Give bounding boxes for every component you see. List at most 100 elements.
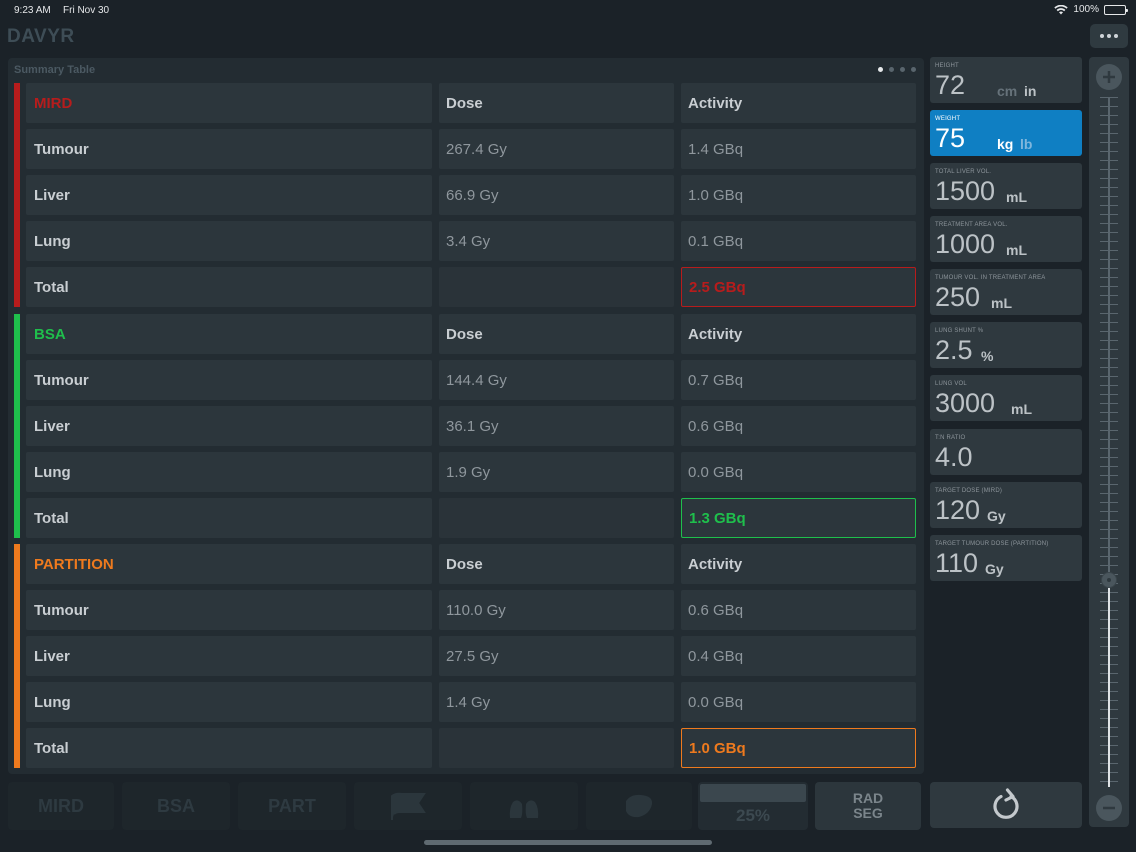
column-header-activity: Activity	[681, 314, 916, 354]
page-indicator[interactable]	[878, 67, 916, 72]
seg-label: SEG	[853, 805, 883, 821]
battery-percent: 100%	[1073, 4, 1099, 15]
total-label: Total	[26, 728, 432, 768]
param-unit: mL	[991, 295, 1012, 311]
target-dose-partition-param[interactable]: TARGET TUMOUR DOSE (PARTITION) 110 Gy	[930, 535, 1082, 581]
rad-seg-button[interactable]: RAD SEG	[815, 782, 921, 830]
page-dot[interactable]	[900, 67, 905, 72]
table-header-row: MIRD Dose Activity	[26, 83, 918, 123]
param-unit: mL	[1006, 189, 1027, 205]
total-activity-value: 2.5 GBq	[681, 267, 916, 307]
column-header-dose: Dose	[439, 83, 674, 123]
bsa-button[interactable]: BSA	[122, 782, 230, 830]
wifi-icon	[1054, 4, 1069, 14]
reset-button[interactable]	[930, 782, 1082, 828]
total-row: Total 1.0 GBq	[26, 728, 918, 768]
unit-kg-toggle[interactable]: kg	[997, 136, 1013, 152]
liver-vol-param[interactable]: TOTAL LIVER VOL. 1500 mL	[930, 163, 1082, 209]
param-value: 2.5	[935, 335, 973, 365]
percent-value: 25%	[735, 806, 771, 825]
section-color-bar	[14, 544, 20, 768]
param-label: TREATMENT AREA VOL.	[935, 222, 1008, 228]
weight-param[interactable]: WEIGHT 75 kg lb	[930, 110, 1082, 156]
total-dose-empty	[439, 267, 674, 307]
param-unit: mL	[1006, 242, 1027, 258]
home-indicator[interactable]	[424, 840, 712, 845]
total-activity-value: 1.3 GBq	[681, 498, 916, 538]
tn-ratio-param[interactable]: T:N RATIO 4.0	[930, 429, 1082, 475]
row-label: Tumour	[26, 590, 432, 630]
more-dot-icon	[1100, 34, 1104, 38]
param-label: LUNG VOL	[935, 381, 967, 387]
page-dot-active[interactable]	[878, 67, 883, 72]
decrease-button[interactable]	[1096, 795, 1122, 821]
total-label: Total	[26, 498, 432, 538]
total-row: Total 1.3 GBq	[26, 498, 918, 538]
treatment-area-vol-param[interactable]: TREATMENT AREA VOL. 1000 mL	[930, 216, 1082, 262]
liver-button[interactable]	[586, 782, 692, 830]
flag-icon	[391, 792, 426, 820]
dose-value: 1.4 Gy	[439, 682, 674, 722]
total-dose-empty	[439, 498, 674, 538]
plus-icon	[1103, 71, 1115, 83]
battery-icon	[1104, 4, 1128, 15]
activity-value: 0.4 GBq	[681, 636, 916, 676]
activity-value: 0.6 GBq	[681, 590, 916, 630]
method-name: BSA	[26, 314, 432, 354]
increase-button[interactable]	[1096, 64, 1122, 90]
status-date: Fri Nov 30	[63, 5, 110, 16]
column-header-dose: Dose	[439, 314, 674, 354]
param-value: 4.0	[935, 442, 973, 472]
more-options-button[interactable]	[1090, 24, 1128, 48]
section-color-bar	[14, 83, 20, 307]
total-dose-empty	[439, 728, 674, 768]
mird-button[interactable]: MIRD	[8, 782, 114, 830]
row-label: Tumour	[26, 360, 432, 400]
table-row: Tumour 110.0 Gy 0.6 GBq	[26, 590, 918, 630]
status-time: 9:23 AM	[14, 5, 51, 16]
method-name: PARTITION	[26, 544, 432, 584]
dose-value: 267.4 Gy	[439, 129, 674, 169]
param-value: 72	[935, 70, 966, 100]
more-dot-icon	[1107, 34, 1111, 38]
param-unit: %	[981, 348, 994, 364]
tumour-vol-param[interactable]: TUMOUR VOL. IN TREATMENT AREA 250 mL	[930, 269, 1082, 315]
dose-value: 36.1 Gy	[439, 406, 674, 446]
page-dot[interactable]	[911, 67, 916, 72]
param-unit: Gy	[987, 508, 1006, 524]
param-label: LUNG SHUNT %	[935, 328, 984, 334]
rad-label: RAD	[852, 790, 884, 807]
target-dose-mird-param[interactable]: TARGET DOSE (MIRD) 120 Gy	[930, 482, 1082, 528]
dose-value: 66.9 Gy	[439, 175, 674, 215]
lung-vol-param[interactable]: LUNG VOL 3000 mL	[930, 375, 1082, 421]
param-label: TOTAL LIVER VOL.	[935, 169, 992, 175]
unit-in-toggle[interactable]: in	[1024, 83, 1036, 99]
app-title: DAVYR	[7, 26, 75, 47]
percent-button[interactable]: 25%	[698, 782, 808, 830]
row-label: Liver	[26, 175, 432, 215]
lungs-button[interactable]	[470, 782, 578, 830]
activity-value: 1.4 GBq	[681, 129, 916, 169]
param-unit: mL	[1011, 401, 1032, 417]
flag-button[interactable]	[354, 782, 462, 830]
part-button[interactable]: PART	[238, 782, 346, 830]
table-row: Tumour 144.4 Gy 0.7 GBq	[26, 360, 918, 400]
param-value: 120	[935, 495, 981, 525]
value-slider[interactable]	[1089, 57, 1129, 827]
page-dot[interactable]	[889, 67, 894, 72]
row-label: Liver	[26, 636, 432, 676]
lung-shunt-param[interactable]: LUNG SHUNT % 2.5 %	[930, 322, 1082, 368]
param-value: 1000	[935, 229, 996, 259]
liver-icon	[626, 794, 653, 818]
dose-value: 3.4 Gy	[439, 221, 674, 261]
unit-lb-toggle[interactable]: lb	[1020, 136, 1032, 152]
more-dot-icon	[1114, 34, 1118, 38]
slider-thumb[interactable]	[1101, 572, 1117, 588]
unit-cm-toggle[interactable]: cm	[997, 83, 1017, 99]
height-param[interactable]: HEIGHT 72 cm in	[930, 57, 1082, 103]
row-label: Tumour	[26, 129, 432, 169]
activity-value: 0.1 GBq	[681, 221, 916, 261]
summary-panel: Summary Table MIRD Dose Activity Tumour 267.…	[8, 58, 924, 774]
table-row: Liver 36.1 Gy 0.6 GBq	[26, 406, 918, 446]
param-value: 250	[935, 282, 981, 312]
